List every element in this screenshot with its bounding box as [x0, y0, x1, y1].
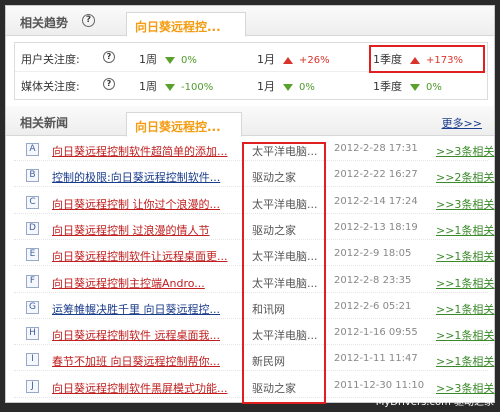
trend-cell: 1月 0% — [257, 78, 315, 94]
news-letter: D — [26, 221, 39, 235]
news-letter: G — [26, 300, 39, 314]
arrow-up-icon — [283, 56, 293, 64]
trend-tab[interactable]: 向日葵远程控... — [126, 12, 246, 37]
trend-header: 相关趋势 ? 向日葵远程控... — [6, 6, 494, 37]
trend-cell: 1月 +26% — [257, 51, 330, 67]
trend-period: 1季度 — [373, 80, 402, 93]
news-title-link[interactable]: 向日葵远程控制 让你过个浪漫的... — [52, 196, 252, 212]
news-title-link[interactable]: 向日葵远程控制主控端Andro... — [52, 275, 252, 291]
trend-row-label: 媒体关注度: — [21, 80, 80, 93]
trend-cell: 1季度 0% — [373, 78, 442, 94]
news-title: 相关新闻 — [20, 116, 69, 130]
highlight-box — [369, 45, 485, 73]
news-date: 2012-2-22 16:27 — [334, 169, 418, 181]
arrow-down-icon — [283, 83, 293, 91]
more-link[interactable]: 更多>> — [442, 115, 482, 131]
news-letter: A — [26, 143, 39, 156]
news-related-link[interactable]: >>1条相关 — [436, 353, 494, 369]
news-date: 2012-2-28 17:31 — [334, 143, 418, 154]
news-title-link[interactable]: 春节不加班 向日葵远程控制帮你... — [52, 353, 252, 369]
trend-cell: 1周 -100% — [139, 78, 213, 94]
news-date: 2011-12-30 11:10 — [334, 379, 425, 391]
trend-percent: -100% — [181, 82, 214, 93]
news-letter: F — [26, 274, 39, 288]
highlight-box — [242, 142, 326, 404]
trend-cell: 1周 0% — [139, 51, 197, 67]
trend-percent: 0% — [181, 55, 197, 66]
news-related-link[interactable]: >>3条相关 — [436, 196, 494, 212]
news-related-link[interactable]: >>1条相关 — [436, 248, 494, 264]
news-date: 2012-2-8 23:35 — [334, 274, 412, 286]
news-letter: J — [26, 379, 39, 393]
trend-period: 1周 — [139, 80, 157, 93]
help-icon[interactable]: ? — [82, 14, 95, 27]
news-related-link[interactable]: >>1条相关 — [436, 301, 494, 317]
news-letter: C — [26, 195, 39, 209]
arrow-down-icon — [165, 56, 175, 64]
news-title-link[interactable]: 向日葵远程控制软件 远程桌面我... — [52, 327, 252, 343]
watermark: MyDrivers.com 驱动之家 — [375, 397, 494, 408]
help-icon[interactable]: ? — [103, 78, 115, 90]
trend-period: 1月 — [257, 80, 275, 93]
arrow-down-icon — [410, 83, 420, 91]
news-title-link[interactable]: 向日葵远程控制软件让远程桌面更... — [52, 248, 252, 264]
trend-row-label: 用户关注度: — [21, 53, 80, 66]
news-related-link[interactable]: >>1条相关 — [436, 222, 494, 238]
trend-table: 用户关注度: ? 1周 0% 1月 +26% 1季度 +173% 媒体关注度: ? 1… — [14, 42, 488, 100]
news-title-link[interactable]: 向日葵远程控制软件超简单的添加... — [52, 143, 252, 159]
news-header: 相关新闻 向日葵远程控... 更多>> — [6, 106, 494, 137]
news-related-link[interactable]: >>3条相关 — [436, 143, 494, 159]
news-letter: H — [26, 327, 39, 341]
news-date: 2012-1-11 11:47 — [334, 353, 418, 365]
news-title-link[interactable]: 向日葵远程控制软件黑屏模式功能... — [52, 380, 252, 396]
trend-title: 相关趋势 — [20, 16, 69, 30]
news-related-link[interactable]: >>1条相关 — [436, 275, 494, 291]
trend-percent: +26% — [299, 55, 330, 66]
news-letter: E — [26, 248, 39, 262]
trend-percent: 0% — [426, 82, 442, 93]
news-letter: I — [26, 353, 39, 367]
related-panel: 相关趋势 ? 向日葵远程控... 用户关注度: ? 1周 0% 1月 +26% 1季… — [5, 5, 495, 404]
trend-percent: 0% — [299, 82, 315, 93]
news-tab[interactable]: 向日葵远程控... — [126, 112, 242, 137]
news-title-link[interactable]: 运筹帷幄决胜千里 向日葵远程控... — [52, 301, 252, 317]
news-date: 2012-2-14 17:24 — [334, 195, 418, 207]
trend-row-media: 媒体关注度: ? 1周 -100% 1月 0% 1季度 0% — [15, 71, 487, 97]
trend-period: 1月 — [257, 53, 275, 66]
news-date: 2012-2-13 18:19 — [334, 221, 418, 233]
trend-period: 1周 — [139, 53, 157, 66]
help-icon[interactable]: ? — [103, 51, 115, 63]
news-title-link[interactable]: 向日葵远程控制 过浪漫的情人节 — [52, 222, 252, 238]
news-title-link[interactable]: 控制的极限:向日葵远程控制软件... — [52, 169, 252, 185]
news-related-link[interactable]: >>1条相关 — [436, 327, 494, 343]
news-date: 2012-1-16 09:55 — [334, 327, 418, 339]
arrow-down-icon — [165, 83, 175, 91]
news-letter: B — [26, 169, 39, 183]
news-date: 2012-2-9 18:05 — [334, 248, 412, 260]
news-related-link[interactable]: >>2条相关 — [436, 169, 494, 185]
news-date: 2012-2-6 05:21 — [334, 300, 412, 312]
